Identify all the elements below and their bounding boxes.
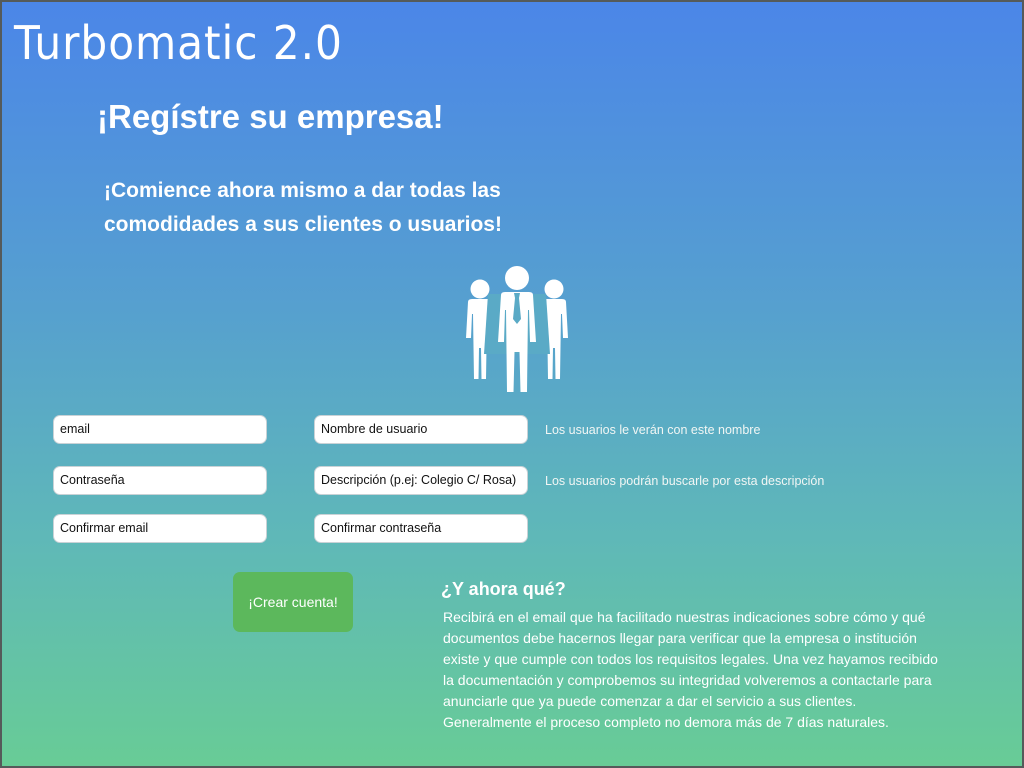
info-body: Recibirá en el email que ha facilitado n… xyxy=(443,609,938,730)
description-field[interactable]: Descripción (p.ej: Colegio C/ Rosa) xyxy=(314,466,528,495)
create-account-button[interactable]: ¡Crear cuenta! xyxy=(233,572,353,632)
username-field[interactable]: Nombre de usuario xyxy=(314,415,528,444)
center-person-figure xyxy=(484,266,550,392)
people-group-icon xyxy=(466,266,568,392)
confirm-password-field[interactable]: Confirmar contraseña xyxy=(314,514,528,543)
page-subheadline: ¡Comience ahora mismo a dar todas las co… xyxy=(104,179,502,236)
registration-page: Turbomatic 2.0 ¡Regístre su empresa! ¡Co… xyxy=(0,0,1024,768)
confirm-email-field[interactable]: Confirmar email xyxy=(53,514,267,543)
app-title: Turbomatic 2.0 xyxy=(14,16,343,70)
email-field[interactable]: email xyxy=(53,415,267,444)
description-hint: Los usuarios podrán buscarle por esta de… xyxy=(545,474,825,488)
page-headline: ¡Regístre su empresa! xyxy=(97,98,444,135)
info-title: ¿Y ahora qué? xyxy=(441,579,566,599)
username-hint: Los usuarios le verán con este nombre xyxy=(545,423,761,437)
password-field[interactable]: Contraseña xyxy=(53,466,267,495)
